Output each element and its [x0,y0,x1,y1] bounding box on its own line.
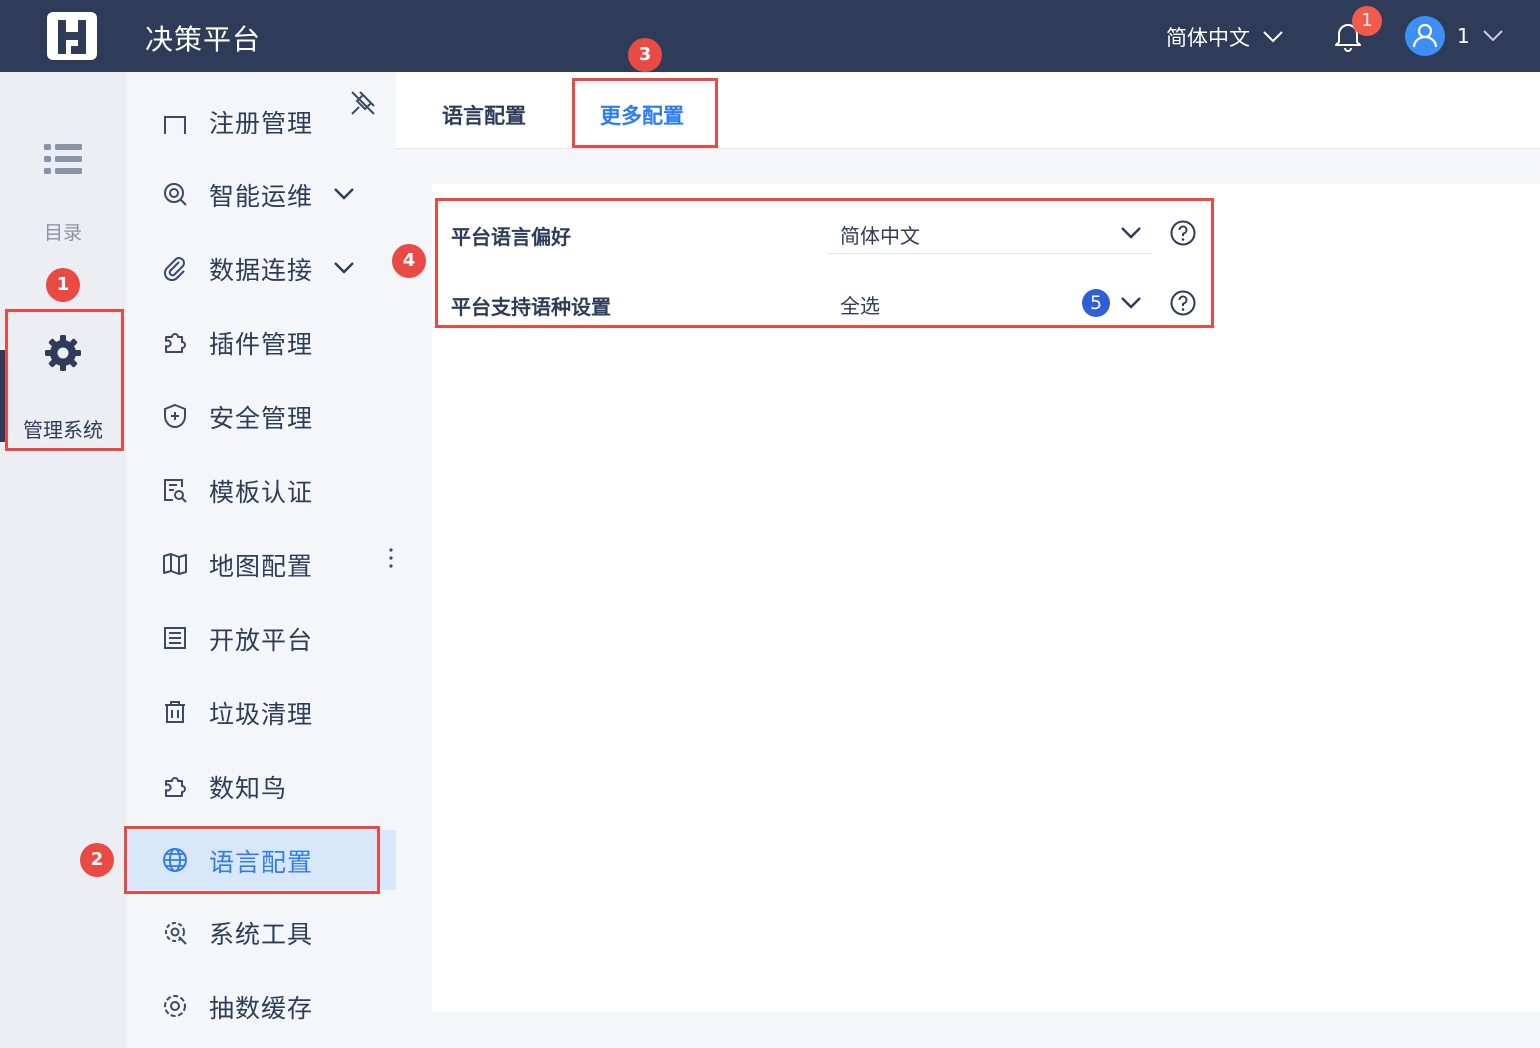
catalog-label[interactable]: 目录 [0,218,126,245]
menu-item-register[interactable]: 注册管理 [126,100,396,134]
help-icon[interactable] [1170,290,1196,316]
puzzle-icon [165,777,186,797]
supported-languages-label: 平台支持语种设置 [451,295,611,319]
menu-item-label: 数据连接 [209,256,314,285]
language-preference-value: 简体中文 [840,224,920,248]
menu-item-label: 垃圾清理 [209,700,314,729]
menu-item-label: 注册管理 [209,109,314,134]
menu-item-system-tools[interactable]: 系统工具 [126,902,396,962]
admin-system-label: 管理系统 [23,418,103,442]
chevron-down-icon [334,262,354,274]
top-bar: 决策平台 简体中文 1 1 [0,0,1540,72]
ops-icon [164,183,187,206]
trash-icon [165,701,185,723]
shield-icon [164,403,186,429]
avatar [1405,16,1445,56]
language-selector[interactable]: 简体中文 [1166,22,1284,52]
tool-gear-icon [165,922,187,945]
menu-item-data-connection[interactable]: 数据连接 [126,238,396,298]
language-preference-select[interactable]: 简体中文 [828,212,1152,254]
main-content: 语言配置 更多配置 平台语言偏好 简体中文 平台支持语种设置 全选 5 [396,72,1540,1048]
menu-item-shuzhiniao[interactable]: 数知鸟 [126,756,396,816]
gear-icon [45,335,81,371]
menu-item-label: 数知鸟 [209,774,288,803]
register-icon [164,116,186,134]
chevron-down-icon [1121,297,1141,309]
left-rail: 目录 管理系统 [0,72,126,1048]
user-name: 1 [1457,24,1470,48]
supported-languages-select[interactable]: 全选 5 [828,282,1152,324]
menu-item-label: 地图配置 [209,552,314,581]
menu-item-extract-cache[interactable]: 抽数缓存 [126,976,396,1036]
annotation-marker: 4 [392,244,426,278]
menu-item-map[interactable]: 地图配置 [126,534,396,594]
annotation-marker: 2 [80,843,114,877]
menu-item-plugin[interactable]: 插件管理 [126,312,396,372]
menu-item-label: 系统工具 [209,920,314,949]
menu-item-label: 开放平台 [209,626,314,655]
list-doc-icon [164,627,186,649]
menu-item-open-platform[interactable]: 开放平台 [126,608,396,668]
map-icon [163,553,187,575]
menu-item-template-cert[interactable]: 模板认证 [126,460,396,520]
settings-panel: 平台语言偏好 简体中文 平台支持语种设置 全选 5 [432,184,1540,1012]
chevron-down-icon [1263,31,1283,43]
catalog-list-icon[interactable] [44,142,82,176]
admin-menu: 注册管理 智能运维 数据连接 插件管理 安全管理 模板认证 地图配置 开放平台 … [126,72,396,1048]
selected-count-badge: 5 [1082,289,1110,317]
menu-item-label: 语言配置 [209,848,314,877]
template-cert-icon [164,479,187,503]
annotation-marker: 1 [46,268,80,302]
app-logo-icon [47,12,97,60]
gear-icon [164,995,186,1017]
menu-item-label: 插件管理 [209,330,314,359]
chevron-down-icon [334,188,354,200]
chevron-down-icon [1483,30,1503,42]
help-icon[interactable] [1170,220,1196,246]
admin-system-nav[interactable]: 管理系统 [0,310,126,450]
app-window: 决策平台 简体中文 1 1 目录 管理系统 注册管理 智能运维 数据连接 插件管… [0,0,1540,1048]
tab-language-config[interactable]: 语言配置 [442,100,526,130]
language-selector-label: 简体中文 [1166,26,1250,50]
menu-item-label: 智能运维 [209,182,314,211]
paperclip-icon [163,257,185,281]
menu-item-language-config[interactable]: 语言配置 [126,830,396,890]
supported-languages-value: 全选 [840,294,880,318]
menu-item-smart-ops[interactable]: 智能运维 [126,164,396,224]
app-title: 决策平台 [145,23,262,56]
globe-icon [163,848,187,872]
menu-item-label: 安全管理 [209,404,314,433]
tab-more-config[interactable]: 更多配置 [600,100,684,130]
user-menu[interactable]: 1 [1405,16,1504,56]
menu-item-security[interactable]: 安全管理 [126,386,396,446]
language-preference-label: 平台语言偏好 [451,225,571,249]
tab-bar: 语言配置 更多配置 [396,72,1540,149]
notification-badge: 1 [1352,6,1382,36]
menu-item-label: 抽数缓存 [209,994,314,1023]
annotation-marker: 3 [628,38,662,72]
chevron-down-icon [1121,227,1141,239]
puzzle-icon [165,333,186,353]
menu-item-garbage-clean[interactable]: 垃圾清理 [126,682,396,742]
user-icon [1412,23,1438,48]
menu-item-label: 模板认证 [209,478,314,507]
